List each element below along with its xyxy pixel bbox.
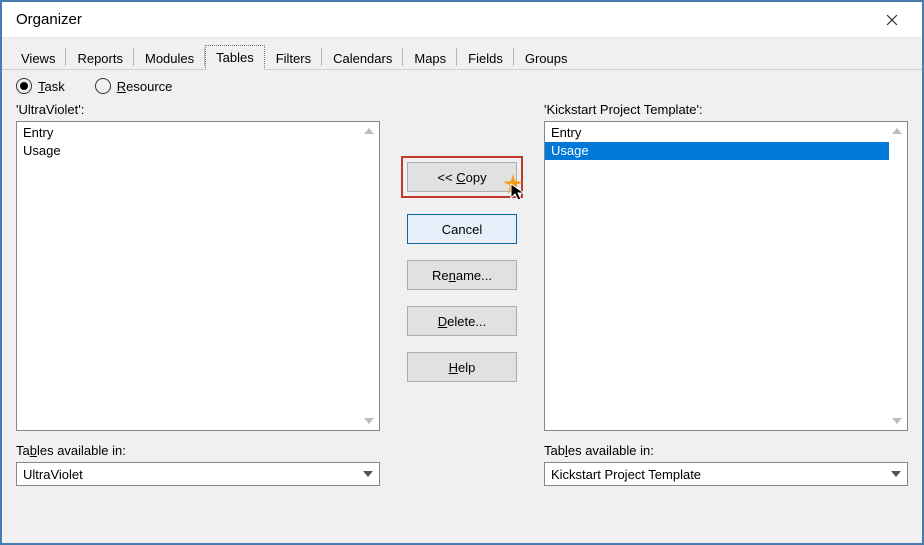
tab-strip: ViewsReportsModulesTablesFiltersCalendar…	[2, 38, 922, 70]
close-icon	[886, 14, 898, 26]
cursor-icon	[509, 182, 529, 202]
action-column: << Copy Cancel Rename... Delete... Help	[392, 100, 532, 431]
left-scrollbar[interactable]	[361, 124, 377, 428]
cancel-button[interactable]: Cancel	[407, 214, 517, 244]
rename-button[interactable]: Rename...	[407, 260, 517, 290]
help-button-label: Help	[449, 360, 476, 375]
tab-groups[interactable]: Groups	[514, 46, 579, 70]
scroll-down-icon	[364, 418, 374, 424]
right-combo-value: Kickstart Project Template	[551, 467, 701, 482]
left-available-combo[interactable]: UltraViolet	[16, 462, 380, 486]
left-list-label: 'UltraViolet':	[16, 102, 380, 117]
tab-fields[interactable]: Fields	[457, 46, 514, 70]
copy-button[interactable]: << Copy	[407, 162, 517, 192]
right-listbox[interactable]: EntryUsage	[544, 121, 908, 431]
tab-maps[interactable]: Maps	[403, 46, 457, 70]
left-panel: 'UltraViolet': EntryUsage	[16, 100, 380, 431]
copy-highlight-box: << Copy	[401, 156, 523, 198]
delete-button[interactable]: Delete...	[407, 306, 517, 336]
window-title: Organizer	[16, 11, 82, 28]
left-available-label: Tables available in:	[16, 443, 380, 458]
right-available-combo[interactable]: Kickstart Project Template	[544, 462, 908, 486]
left-combo-value: UltraViolet	[23, 467, 83, 482]
radio-resource[interactable]: Resource	[95, 78, 173, 94]
right-available: Tables available in: Kickstart Project T…	[544, 431, 908, 486]
radio-circle-icon	[95, 78, 111, 94]
radio-task[interactable]: Task	[16, 78, 65, 94]
cancel-button-label: Cancel	[442, 222, 482, 237]
tab-views[interactable]: Views	[10, 46, 66, 70]
scroll-up-icon	[364, 128, 374, 134]
list-item[interactable]: Entry	[21, 124, 357, 142]
radio-dot-icon	[16, 78, 32, 94]
list-item[interactable]: Usage	[545, 142, 889, 160]
delete-button-label: Delete...	[438, 314, 486, 329]
titlebar: Organizer	[2, 2, 922, 38]
tab-reports[interactable]: Reports	[66, 46, 134, 70]
left-listbox[interactable]: EntryUsage	[16, 121, 380, 431]
item-type-radiogroup: Task Resource	[2, 70, 922, 100]
chevron-down-icon	[891, 471, 901, 477]
help-button[interactable]: Help	[407, 352, 517, 382]
right-list-label: 'Kickstart Project Template':	[544, 102, 908, 117]
radio-task-label: Task	[38, 79, 65, 94]
tab-calendars[interactable]: Calendars	[322, 46, 403, 70]
tab-modules[interactable]: Modules	[134, 46, 205, 70]
list-item[interactable]: Usage	[21, 142, 357, 160]
rename-button-label: Rename...	[432, 268, 492, 283]
organizer-dialog: Organizer ViewsReportsModulesTablesFilte…	[0, 0, 924, 545]
right-scrollbar[interactable]	[889, 124, 905, 428]
scroll-up-icon	[892, 128, 902, 134]
radio-resource-label: Resource	[117, 79, 173, 94]
left-available: Tables available in: UltraViolet	[16, 431, 380, 486]
tab-filters[interactable]: Filters	[265, 46, 322, 70]
chevron-down-icon	[363, 471, 373, 477]
right-panel: 'Kickstart Project Template': EntryUsage	[544, 100, 908, 431]
right-available-label: Tables available in:	[544, 443, 908, 458]
tab-tables[interactable]: Tables	[205, 45, 265, 70]
scroll-down-icon	[892, 418, 902, 424]
copy-button-label: << Copy	[437, 170, 486, 185]
list-item[interactable]: Entry	[549, 124, 885, 142]
close-button[interactable]	[872, 6, 912, 34]
